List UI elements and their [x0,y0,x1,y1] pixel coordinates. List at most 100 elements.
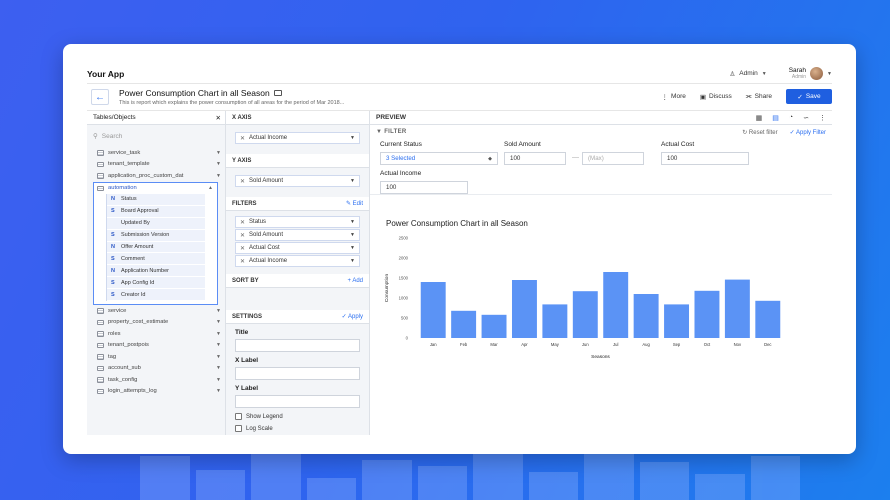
field-item[interactable]: S Creator Id [107,289,205,302]
chevron-down-icon: ▼ [350,178,355,184]
field-item[interactable]: N Offer Amount [107,242,205,254]
table-item[interactable]: tag ▼ [87,351,225,363]
folder-icon[interactable] [273,90,282,96]
show-legend-checkbox[interactable] [235,413,242,420]
table-view-icon[interactable]: ▦ [756,114,763,122]
table-item[interactable]: task_config ▼ [87,374,225,386]
preview-header: PREVIEW ▦ ▤ ◔ ∽ ⋮ [370,111,832,125]
field-item[interactable]: N Application Number [107,265,205,278]
log-scale-checkbox[interactable] [235,425,242,432]
chevron-down-icon: ▼ [216,319,221,326]
show-legend-option[interactable]: Show Legend [235,413,360,420]
table-icon [97,354,104,360]
admin-label: Admin [739,70,758,77]
field-name: Creator Id [121,291,146,298]
table-item[interactable]: service ▼ [87,305,225,317]
sold-amount-max-placeholder: (Max) [588,155,604,162]
back-button[interactable]: ← [91,89,109,105]
sold-amount-max-input[interactable]: (Max) [582,152,644,165]
y-axis-body: ✕ Sold Amount ▼ [226,168,369,197]
remove-icon[interactable]: ✕ [240,178,245,185]
actual-income-input[interactable]: 100 [380,181,468,194]
user-name: Sarah [788,66,807,74]
log-scale-option[interactable]: Log Scale [235,425,360,432]
title-input[interactable] [235,339,360,352]
field-type-badge: S [111,232,115,239]
table-name: tenant_template [108,161,150,168]
check-icon: ✓ [797,93,803,101]
pie-chart-icon[interactable]: ◔ [789,114,793,122]
more-vertical-icon[interactable]: ⋮ [819,114,826,122]
field-item[interactable]: S Board Approval [107,206,205,218]
filter-select[interactable]: ✕ Status ▼ [235,216,360,228]
line-chart-icon[interactable]: ∽ [803,114,809,122]
y-label-input[interactable] [235,395,360,408]
report-title: Power Consumption Chart in all Season [119,88,270,98]
save-button[interactable]: ✓ Save [786,89,832,104]
filter-select[interactable]: ✕ Actual Income ▼ [235,255,360,267]
x-tick-label: Feb [460,342,468,347]
chevron-down-icon: ▼ [216,365,221,372]
filter-field-name: Actual Cost [249,245,280,251]
chart-type-toolbar: ▦ ▤ ◔ ∽ ⋮ [756,114,826,122]
sold-amount-min-input[interactable]: 100 [504,152,566,165]
bar [694,290,720,338]
table-item[interactable]: tenant_postpois ▼ [87,340,225,352]
field-name: Application Number [121,267,169,274]
y-tick-label: 2000 [399,256,409,261]
admin-menu[interactable]: ♙ Admin ▼ [729,70,766,78]
remove-icon[interactable]: ✕ [240,258,245,265]
table-item[interactable]: account_sub ▼ [87,363,225,375]
bar [481,314,507,338]
discuss-button[interactable]: ▣ Discuss [700,93,732,101]
remove-icon[interactable]: ✕ [240,219,245,226]
table-item[interactable]: property_cost_estimate ▼ [87,317,225,329]
filter-select[interactable]: ✕ Sold Amount ▼ [235,229,360,241]
x-tick-label: Jun [582,342,589,347]
add-sort-button[interactable]: + Add [347,278,363,284]
apply-filter-button[interactable]: ✓ Apply Filter [790,129,826,136]
x-tick-label: Dec [764,342,771,347]
field-item[interactable]: Updated By [107,218,205,230]
reset-filter-button[interactable]: ↻ Reset filter [742,129,777,136]
field-item[interactable]: N Status [107,194,205,206]
field-type-badge: S [111,279,115,286]
bar-chart-icon[interactable]: ▤ [772,114,779,122]
current-status-select[interactable]: 3 Selected ◆ [380,152,498,165]
close-icon[interactable]: ✕ [216,114,221,122]
table-name: login_attempts_log [108,388,157,395]
share-button[interactable]: ⫘ Share [746,93,772,101]
filter-toggle[interactable]: ▼ FILTER [376,129,407,135]
edit-filters-button[interactable]: ✎ Edit [346,200,363,207]
search-icon: ⚲ [93,133,98,140]
more-button[interactable]: ⋮ More [662,93,686,101]
field-item[interactable]: S Submission Version [107,230,205,242]
table-name: roles [108,330,121,337]
x-axis-label: Seasons [591,354,610,360]
x-label-input[interactable] [235,367,360,380]
y-axis-header: Y AXIS [226,154,369,168]
user-menu[interactable]: Sarah Admin ▼ [789,67,832,81]
x-axis-select[interactable]: ✕ Actual Income ▼ [235,132,360,144]
remove-icon[interactable]: ✕ [240,245,245,252]
actual-cost-input[interactable]: 100 [661,152,749,165]
field-item[interactable]: S App Config Id [107,277,205,290]
y-axis-value: Sold Amount [249,178,284,184]
table-item[interactable]: roles ▼ [87,328,225,340]
x-label-field-label: X Label [235,357,259,364]
table-item-automation[interactable]: automation ▲ [94,183,217,195]
workspace: Tables/Objects ✕ ⚲ Search service_task ▼ t… [87,111,832,435]
table-item[interactable]: service_task ▼ [87,147,225,159]
search-input[interactable]: ⚲ Search [93,128,219,144]
y-axis-select[interactable]: ✕ Sold Amount ▼ [235,175,360,187]
edit-label: Edit [352,201,363,207]
field-item[interactable]: S Comment [107,253,205,266]
remove-icon[interactable]: ✕ [240,232,245,239]
table-item[interactable]: application_proc_custom_dat ▼ [87,170,225,182]
y-tick-label: 1500 [399,276,409,281]
apply-settings-button[interactable]: ✓ Apply [342,313,363,320]
filter-select[interactable]: ✕ Actual Cost ▼ [235,242,360,254]
table-item[interactable]: login_attempts_log ▼ [87,386,225,398]
table-item[interactable]: tenant_template ▼ [87,159,225,171]
remove-icon[interactable]: ✕ [240,135,245,142]
